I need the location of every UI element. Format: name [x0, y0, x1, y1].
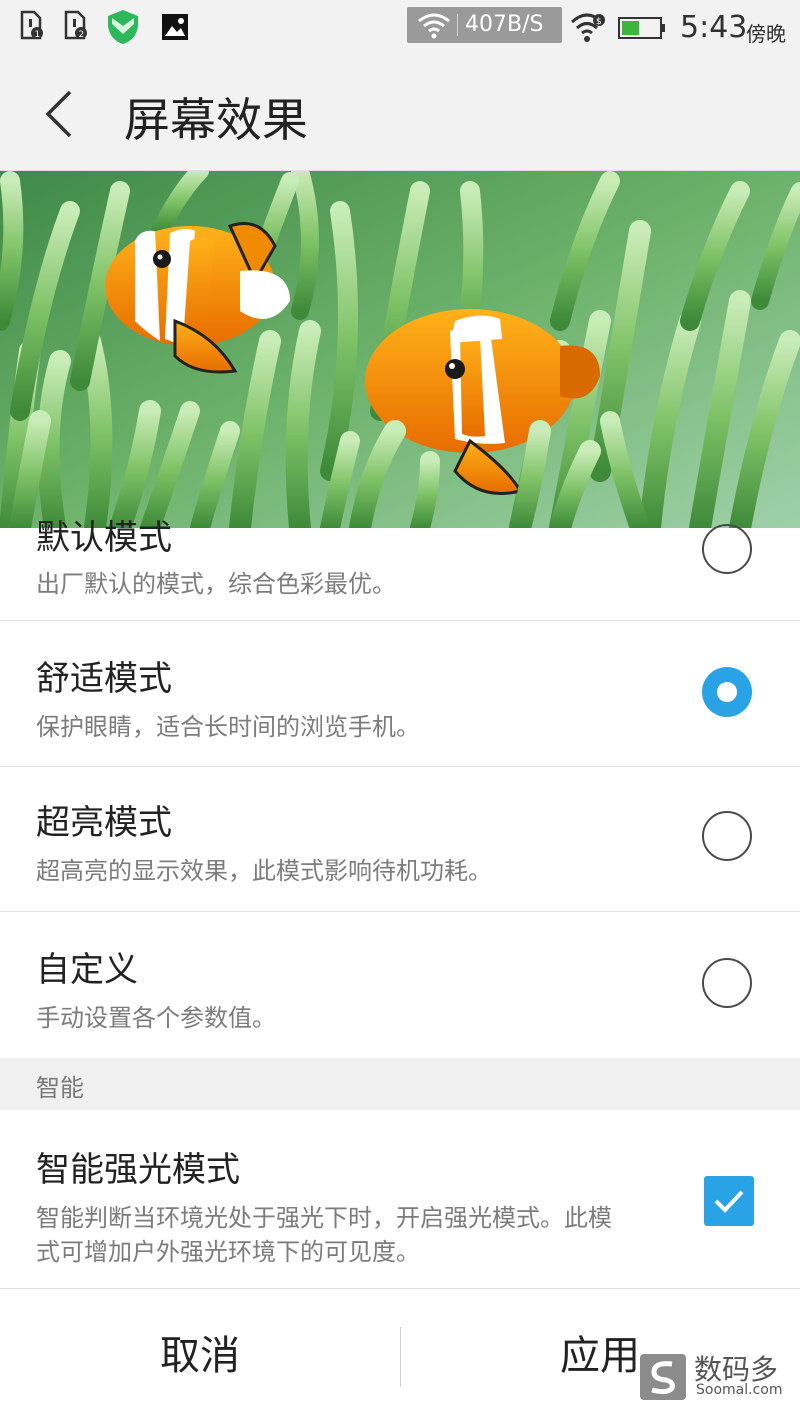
image-notification-icon [162, 14, 188, 40]
svg-text:1: 1 [35, 30, 41, 40]
watermark-domain: Soomal.com [696, 1382, 783, 1398]
network-speed: 407B/S [407, 7, 562, 43]
section-header-smart: 智能 [0, 1058, 800, 1110]
watermark: 数码多 Soomal.com [640, 1352, 790, 1404]
mode-default-radio[interactable] [702, 524, 752, 574]
mode-bright-desc: 超高亮的显示效果，此模式影响待机功耗。 [36, 857, 492, 885]
mode-default-title: 默认模式 [36, 518, 172, 558]
checkmark-icon [714, 1190, 744, 1213]
cancel-button[interactable]: 取消 [0, 1289, 400, 1423]
mode-custom-radio[interactable] [702, 958, 752, 1008]
wifi-lock-icon: $ [570, 13, 605, 42]
back-chevron-icon[interactable] [40, 88, 80, 140]
smart-strong-light-title: 智能强光模式 [36, 1150, 240, 1190]
section-label: 智能 [36, 1074, 84, 1102]
mode-bright-radio[interactable] [702, 811, 752, 861]
mode-default-row[interactable]: 默认模式 出厂默认的模式，综合色彩最优。 [0, 518, 800, 621]
mode-comfort-title: 舒适模式 [36, 659, 172, 699]
network-speed-value: 407B/S [465, 12, 544, 37]
wifi-icon [418, 13, 450, 39]
clock-time: 5:43 [680, 10, 748, 45]
shield-app-icon [108, 10, 138, 44]
smart-strong-light-checkbox[interactable] [704, 1176, 754, 1226]
battery-icon [618, 17, 665, 39]
sim-2-icon: 2 [64, 10, 87, 40]
mode-comfort-desc: 保护眼睛，适合长时间的浏览手机。 [36, 713, 420, 741]
smart-strong-light-row[interactable]: 智能强光模式 智能判断当环境光处于强光下时，开启强光模式。此模 式可增加户外强光… [0, 1110, 800, 1287]
mode-bright-row[interactable]: 超亮模式 超高亮的显示效果，此模式影响待机功耗。 [0, 767, 800, 912]
sim-1-icon: 1 [20, 10, 43, 40]
mode-bright-title: 超亮模式 [36, 803, 172, 843]
app-bar: 屏幕效果 [0, 56, 800, 171]
svg-text:$: $ [596, 17, 602, 27]
clownfish-preview-illustration [0, 171, 800, 528]
page-title: 屏幕效果 [124, 93, 308, 147]
mode-comfort-radio[interactable] [702, 667, 752, 717]
svg-text:2: 2 [79, 30, 85, 40]
status-bar: 1 2 407B/S $ 5:43 傍晚 [0, 0, 800, 56]
preview-image [0, 171, 800, 528]
mode-custom-desc: 手动设置各个参数值。 [36, 1004, 276, 1032]
watermark-logo-icon [640, 1354, 686, 1400]
clock-period: 傍晚 [746, 22, 786, 46]
mode-default-desc: 出厂默认的模式，综合色彩最优。 [36, 570, 396, 598]
smart-strong-light-desc-2: 式可增加户外强光环境下的可见度。 [36, 1238, 420, 1266]
smart-strong-light-desc-1: 智能判断当环境光处于强光下时，开启强光模式。此模 [36, 1204, 612, 1232]
mode-custom-title: 自定义 [36, 950, 138, 990]
mode-custom-row[interactable]: 自定义 手动设置各个参数值。 [0, 912, 800, 1057]
mode-comfort-row[interactable]: 舒适模式 保护眼睛，适合长时间的浏览手机。 [0, 621, 800, 767]
